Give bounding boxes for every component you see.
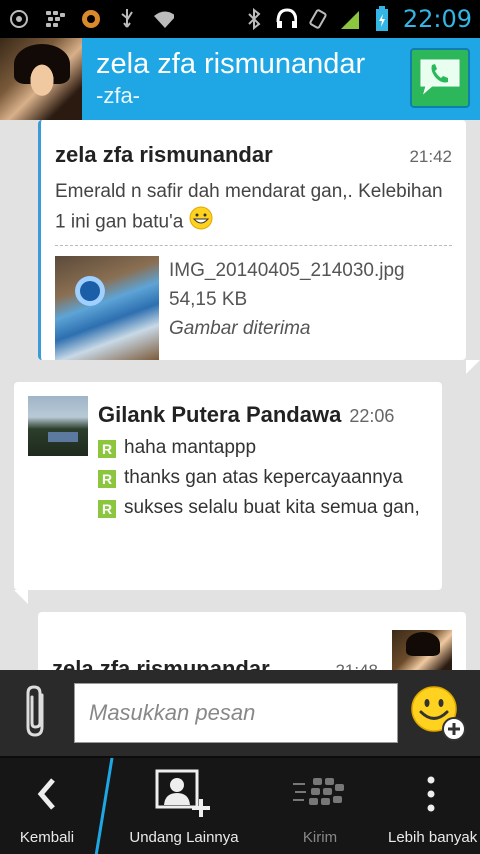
smiley-add-icon	[410, 686, 468, 747]
read-badge: R	[98, 500, 116, 518]
invite-more-button[interactable]: Undang Lainnya	[114, 758, 254, 854]
app-icon	[80, 8, 102, 30]
message-time: 21:48	[335, 661, 378, 670]
contact-name[interactable]: zela zfa rismunandar	[96, 47, 365, 81]
bluetooth-icon	[243, 8, 265, 30]
signal-icon: H+	[339, 8, 361, 30]
status-bar: H+ 22:09	[0, 0, 480, 38]
message-time: 21:42	[409, 147, 452, 166]
wifi-icon	[152, 8, 174, 30]
sender-avatar[interactable]	[392, 630, 452, 670]
voice-call-button[interactable]	[410, 48, 470, 108]
read-badge: R	[98, 440, 116, 458]
send-button[interactable]: Kirim	[270, 758, 370, 854]
message-sender: zela zfa rismunandar	[55, 142, 273, 167]
invite-more-label: Undang Lainnya	[129, 829, 239, 846]
bubble-tail	[466, 360, 480, 374]
add-contact-icon	[155, 769, 213, 823]
image-attachment[interactable]: IMG_20140405_214030.jpg 54,15 KB Gambar …	[55, 256, 452, 360]
rotate-icon	[307, 8, 329, 30]
message-line: R sukses selalu buat kita semua gan,	[98, 496, 428, 520]
message-time: 22:06	[349, 406, 395, 426]
usb-icon	[116, 8, 138, 30]
bbm-send-icon	[291, 774, 349, 818]
bubble-tail	[14, 590, 28, 604]
message-composer	[0, 670, 480, 756]
phone-icon	[418, 57, 462, 100]
battery-icon	[371, 6, 393, 31]
message-bubble[interactable]: zela zfa rismunandar 21:42 Emerald n saf…	[38, 120, 480, 374]
message-input[interactable]	[74, 683, 398, 743]
back-button[interactable]: Kembali	[0, 758, 94, 854]
message-bubble[interactable]: zela zfa rismunandar 21:48	[38, 612, 466, 670]
chat-thread[interactable]: zela zfa rismunandar 21:42 Emerald n saf…	[0, 120, 480, 670]
message-line: R haha mantappp	[98, 436, 428, 460]
paperclip-icon	[22, 683, 52, 744]
separator	[94, 757, 114, 854]
read-badge: R	[98, 470, 116, 488]
send-label: Kirim	[302, 829, 338, 846]
chevron-left-icon	[35, 776, 59, 816]
attachment-size: 54,15 KB	[169, 289, 248, 310]
message-text: Emerald n safir dah mendarat gan,. Keleb…	[55, 181, 443, 233]
chat-header: zela zfa rismunandar -zfa-	[0, 38, 480, 120]
attachment-filename: IMG_20140405_214030.jpg	[169, 260, 405, 281]
message-sender: Gilank Putera Pandawa	[98, 402, 342, 427]
back-label: Kembali	[19, 829, 75, 846]
record-icon	[8, 8, 30, 30]
divider	[55, 245, 452, 246]
more-button[interactable]: Lebih banyak	[382, 758, 480, 854]
contact-avatar[interactable]	[0, 38, 82, 120]
contact-status: -zfa-	[96, 83, 140, 108]
bbm-icon	[44, 8, 66, 30]
overflow-menu-icon	[426, 774, 436, 818]
bottom-action-bar: Kembali Undang Lainnya Kirim Lebih banya…	[0, 756, 480, 854]
grin-emoji-icon	[189, 206, 213, 239]
message-line: R thanks gan atas kepercayaannya	[98, 466, 428, 490]
emoji-button[interactable]	[410, 685, 466, 741]
sender-avatar[interactable]	[28, 396, 88, 456]
clock: 22:09	[402, 5, 472, 33]
message-sender: zela zfa rismunandar	[52, 656, 270, 670]
message-bubble[interactable]: Gilank Putera Pandawa 22:06 R haha manta…	[14, 382, 442, 604]
attachment-thumbnail[interactable]	[55, 256, 159, 360]
headset-icon	[275, 8, 297, 30]
attach-button[interactable]	[0, 670, 74, 756]
more-label: Lebih banyak	[388, 829, 478, 846]
attachment-status: Gambar diterima	[169, 318, 311, 339]
